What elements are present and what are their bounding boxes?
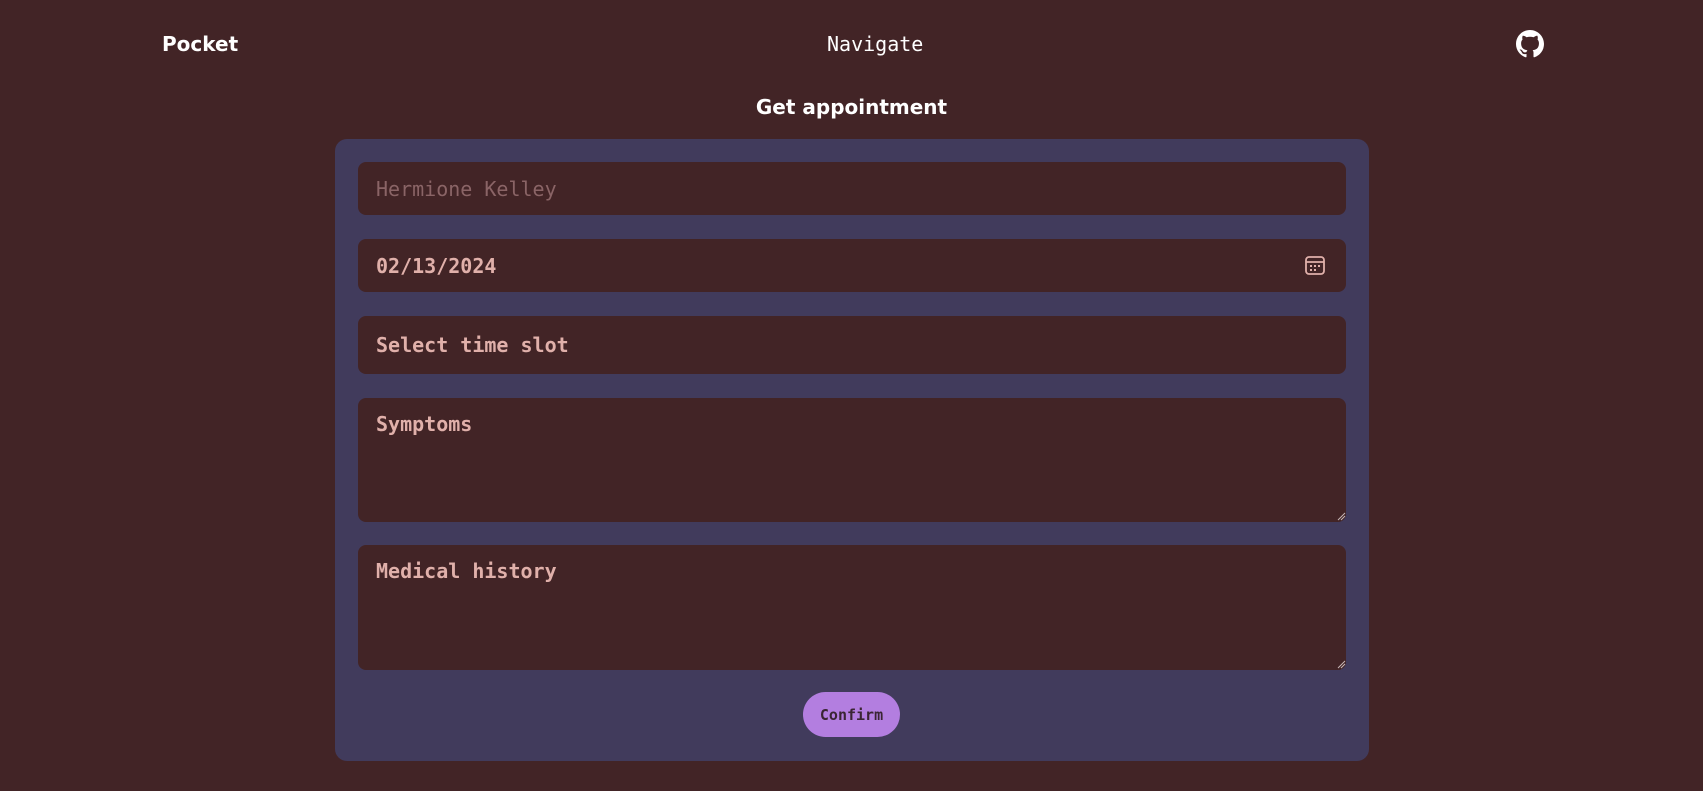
brand-logo[interactable]: Pocket: [162, 32, 238, 56]
name-input[interactable]: [358, 162, 1346, 215]
symptoms-textarea[interactable]: [358, 398, 1346, 522]
page-title: Get appointment: [755, 95, 948, 119]
medical-history-textarea[interactable]: [358, 545, 1346, 670]
calendar-icon[interactable]: [1304, 254, 1326, 276]
top-nav: Pocket Navigate: [0, 0, 1703, 90]
github-icon[interactable]: [1516, 30, 1544, 58]
appointment-form-card: 02/13/2024 Select time slot Confirm: [335, 139, 1369, 761]
time-slot-select[interactable]: Select time slot: [358, 316, 1346, 374]
navigate-link[interactable]: Navigate: [827, 32, 923, 56]
date-value: 02/13/2024: [376, 253, 497, 278]
date-input[interactable]: 02/13/2024: [358, 239, 1346, 292]
resize-handle-icon[interactable]: [1336, 659, 1346, 669]
time-slot-label: Select time slot: [376, 333, 569, 357]
resize-handle-icon[interactable]: [1336, 511, 1346, 521]
confirm-button[interactable]: Confirm: [803, 692, 900, 737]
